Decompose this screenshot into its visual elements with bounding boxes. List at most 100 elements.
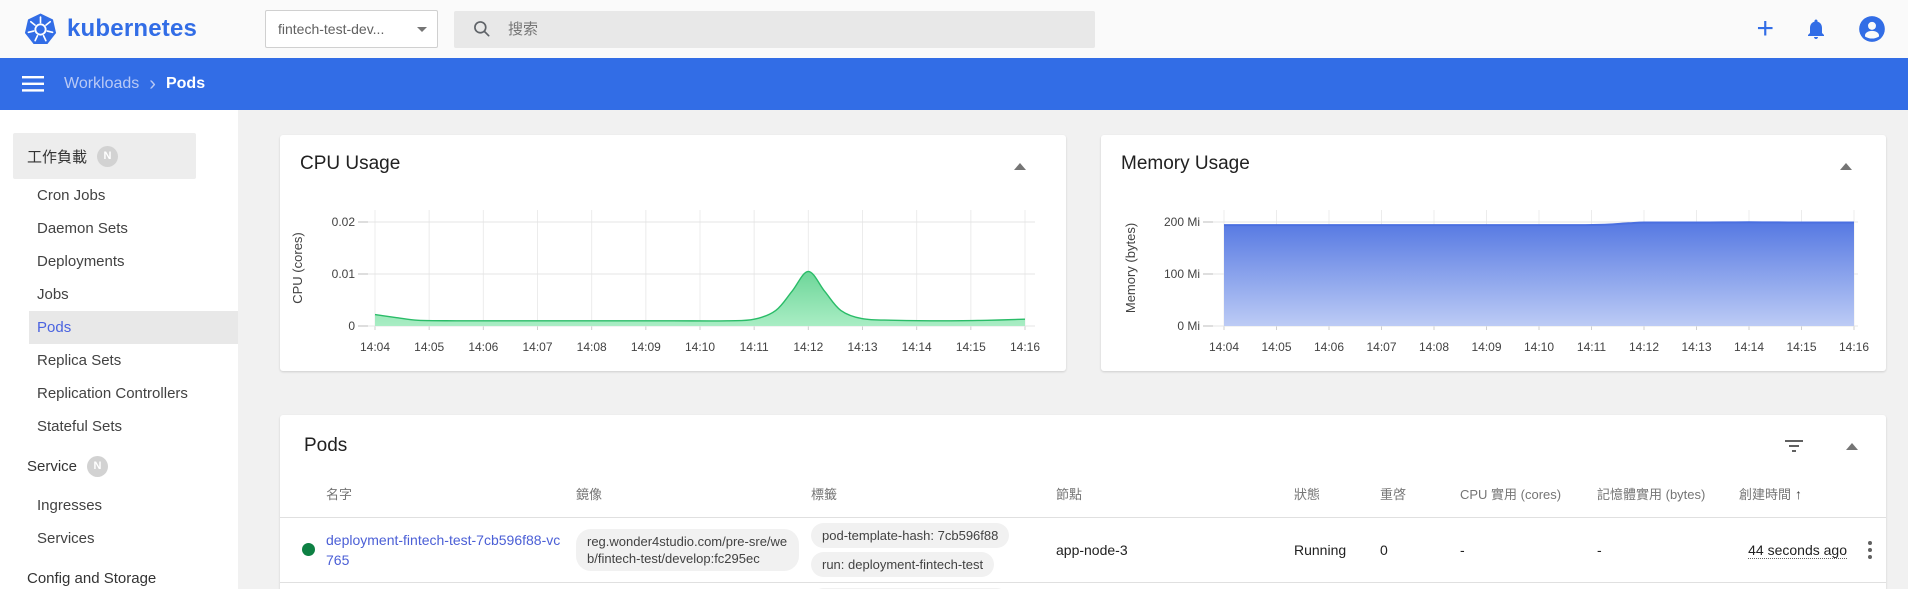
svg-text:14:10: 14:10 [1524,340,1554,354]
svg-text:14:09: 14:09 [631,340,661,354]
namespaced-badge: N [87,455,109,477]
svg-text:14:09: 14:09 [1471,340,1501,354]
column-header-4[interactable]: 節點 [1050,471,1288,517]
column-header-2[interactable]: 鏡像 [570,471,805,517]
cell-node [1050,581,1288,589]
svg-text:14:15: 14:15 [956,340,986,354]
kebab-dot [1867,554,1872,559]
status-ok-icon [302,543,315,556]
brand-name: kubernetes [67,15,198,42]
cell-created: 44 seconds ago [1733,516,1853,582]
svg-text:14:04: 14:04 [360,340,390,354]
breadcrumb-chevron-icon: › [149,73,156,95]
memory-card-title: Memory Usage [1121,153,1250,174]
column-header-actions [1853,471,1886,517]
collapse-icon[interactable] [1014,163,1026,170]
cell-status: Running [1288,516,1374,582]
cell-actions [1853,516,1886,582]
column-header-8[interactable]: 記憶體實用 (bytes) [1591,471,1733,517]
cell-pod-name: deployment-fintech-test-7cb596f88-vc765 [320,516,570,582]
column-header-3[interactable]: 標籤 [805,471,1050,517]
sidebar-group-label: Config and Storage [27,569,157,587]
svg-text:14:13: 14:13 [1681,340,1711,354]
sidebar-item-jobs[interactable]: Jobs [0,278,238,311]
svg-text:14:13: 14:13 [847,340,877,354]
column-header-7[interactable]: CPU 實用 (cores) [1454,471,1591,517]
kebab-dot [1867,547,1872,552]
cell-image: reg.wonder4studio.com/pre-sre/web/fintec… [570,516,805,582]
create-button[interactable]: + [1756,14,1774,44]
notifications-button[interactable] [1804,17,1828,41]
filter-icon[interactable] [1784,439,1804,458]
sidebar-item-deployments[interactable]: Deployments [0,245,238,278]
search-bar [454,10,1095,48]
main-content: 14:04 14:05 14:06 14:07 14:08 14:09 14:10 14:11… [238,110,1908,589]
cell-image [570,581,805,589]
column-header-label: 創建時間 [1739,487,1792,503]
svg-text:14:15: 14:15 [1786,340,1816,354]
header-actions: + [1756,0,1886,58]
sidebar-item-services[interactable]: Services [0,522,238,555]
cell-restarts: 0 [1374,516,1454,582]
account-button[interactable] [1858,15,1886,43]
column-header-6[interactable]: 重啓 [1374,471,1454,517]
sidebar-item-replica-sets[interactable]: Replica Sets [0,344,238,377]
pod-name-link[interactable]: deployment-fintech-test-7cb596f88-vc765 [326,532,560,568]
breadcrumb: Workloads › Pods [64,73,205,95]
user-avatar-icon [1859,16,1885,42]
svg-text:0.02: 0.02 [332,215,356,229]
created-age-link[interactable]: 44 seconds ago [1748,541,1847,559]
bell-icon [1808,19,1824,39]
sidebar-group-config-and-storage[interactable]: Config and Storage [0,555,238,589]
table-row[interactable]: deployment-fintech-test-7cb596f88-vc765 r… [280,516,1886,582]
sidebar-group-工作負載[interactable]: 工作負載 N [13,133,196,179]
column-header-label: 節點 [1056,487,1083,503]
sidebar-item-pods[interactable]: Pods [29,311,238,344]
namespace-selector-value: fintech-test-dev... [278,21,385,37]
kebab-dot [1867,540,1872,545]
svg-text:0 Mi: 0 Mi [1177,319,1200,333]
sidebar-group-service[interactable]: Service N [0,443,238,489]
svg-text:200 Mi: 200 Mi [1164,215,1200,229]
svg-text:14:06: 14:06 [468,340,498,354]
collapse-icon[interactable] [1840,163,1852,170]
sidebar-item-daemon-sets[interactable]: Daemon Sets [0,212,238,245]
table-header-row: 名字 鏡像 標籤 節點 狀態 重啓 CPU 實用 (cores) 記憶體實用 (bytes) 創… [280,471,1886,517]
menu-icon[interactable] [22,75,44,93]
row-menu-button[interactable] [1859,539,1880,561]
sidebar-item-cron-jobs[interactable]: Cron Jobs [0,179,238,212]
svg-text:14:06: 14:06 [1314,340,1344,354]
table-row[interactable]: pod-template-hash: 7cb596f88run: deploym… [280,581,1886,589]
cell-created [1733,581,1853,589]
cell-pod-name [320,581,570,589]
brand[interactable]: kubernetes [24,13,239,46]
column-header-1[interactable]: 名字 [320,471,570,517]
svg-text:14:16: 14:16 [1010,340,1040,354]
svg-text:14:12: 14:12 [1629,340,1659,354]
column-header-5[interactable]: 狀態 [1288,471,1374,517]
kubernetes-logo [24,13,57,44]
namespace-selector[interactable]: fintech-test-dev... [265,10,438,48]
sidebar-item-stateful-sets[interactable]: Stateful Sets [0,410,238,443]
column-header-label: 重啓 [1380,487,1407,503]
collapse-icon[interactable] [1846,443,1858,450]
cell-actions [1853,581,1886,589]
search-input[interactable] [508,20,1083,38]
svg-text:14:05: 14:05 [1261,340,1291,354]
sidebar-group-label: 工作負載 [27,148,88,166]
column-header-label: 名字 [326,487,353,503]
svg-text:0: 0 [348,319,355,333]
cell-status [1288,581,1374,589]
sort-ascending-icon: ↑ [1795,486,1803,503]
cell-memory-usage [1591,581,1733,589]
column-header-9[interactable]: 創建時間 ↑ [1733,471,1853,517]
sidebar-item-replication-controllers[interactable]: Replication Controllers [0,377,238,410]
column-header-label: 狀態 [1294,487,1321,503]
breadcrumb-workloads[interactable]: Workloads [64,75,139,93]
cpu-card-title: CPU Usage [300,153,401,174]
toolbar: Workloads › Pods [0,58,1908,110]
cell-status-dot [280,581,320,589]
svg-text:14:08: 14:08 [577,340,607,354]
sidebar-item-ingresses[interactable]: Ingresses [0,489,238,522]
column-header-label: 記憶體實用 (bytes) [1597,487,1706,503]
